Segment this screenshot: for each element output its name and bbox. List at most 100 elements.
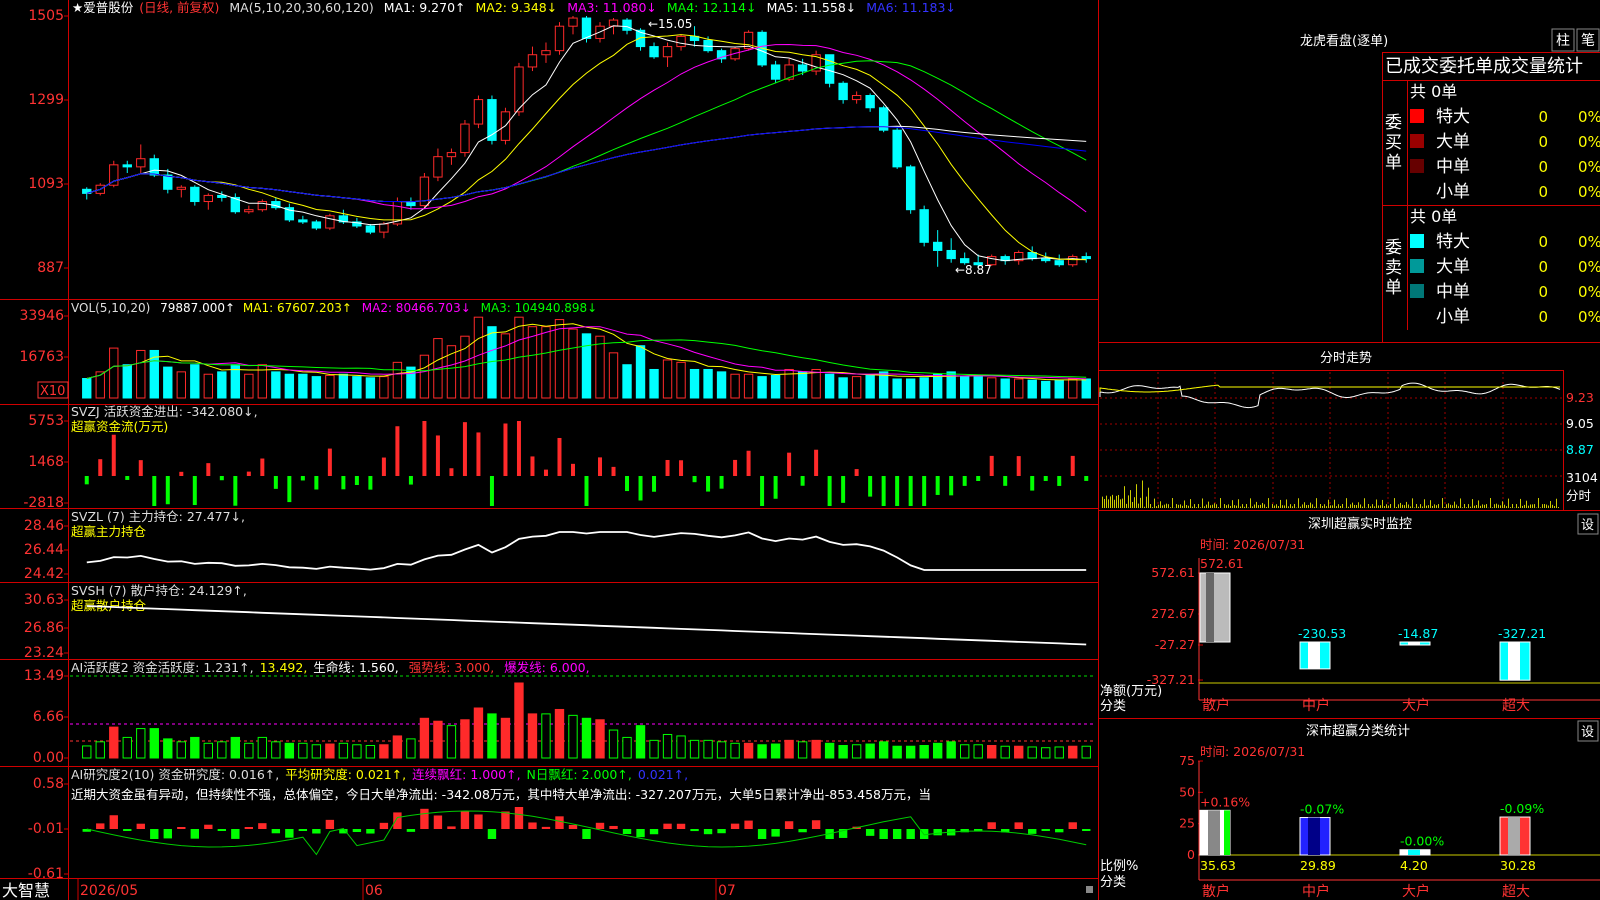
research-bar[interactable] [568, 824, 578, 829]
research-bar[interactable] [609, 825, 618, 829]
fund-flow-bar[interactable] [165, 476, 170, 505]
fund-flow-bar[interactable] [733, 459, 738, 476]
volume-bar[interactable] [500, 333, 511, 399]
research-bar[interactable] [663, 823, 672, 829]
candle[interactable] [460, 123, 470, 154]
activity-bar[interactable] [190, 736, 200, 759]
activity-bar[interactable] [824, 742, 835, 759]
research-bar[interactable] [406, 829, 416, 832]
volume-bars[interactable] [82, 316, 1091, 399]
candle[interactable] [851, 95, 862, 101]
research-bar[interactable] [933, 829, 942, 836]
fund-flow-bar[interactable] [314, 476, 319, 490]
research-bar[interactable] [906, 829, 915, 839]
candle[interactable] [662, 46, 673, 58]
activity-bar[interactable] [1000, 745, 1010, 759]
fund-flow-bar[interactable] [746, 450, 751, 476]
research-bar[interactable] [136, 823, 145, 829]
volume-bar[interactable] [797, 371, 808, 399]
candle[interactable] [176, 186, 186, 190]
fund-flow-bar[interactable] [192, 476, 197, 506]
research-bar[interactable] [150, 829, 159, 839]
fund-flow-bar[interactable] [489, 476, 494, 506]
fund-flow-bar[interactable] [219, 476, 224, 481]
fund-flow-bar[interactable] [841, 476, 846, 503]
volume-bar[interactable] [338, 373, 349, 399]
volume-bar[interactable] [838, 377, 848, 399]
volume-bar[interactable] [770, 374, 781, 399]
volume-bar[interactable] [649, 368, 659, 399]
volume-bar[interactable] [987, 377, 997, 399]
activity-bar[interactable] [865, 743, 875, 759]
candle[interactable] [149, 158, 159, 176]
activity-bar[interactable] [959, 744, 970, 759]
activity-bar[interactable] [730, 742, 740, 759]
candle[interactable] [190, 186, 200, 203]
volume-bar[interactable] [271, 371, 281, 399]
activity-bar[interactable] [406, 738, 416, 759]
candle[interactable] [581, 17, 592, 39]
fund-flow-bar[interactable] [530, 456, 535, 476]
activity-bar[interactable] [568, 714, 578, 759]
activity-bar[interactable] [919, 745, 929, 759]
research-bar[interactable] [447, 826, 456, 829]
activity-bar[interactable] [527, 713, 538, 759]
activity-bar[interactable] [365, 745, 376, 759]
fund-flow-bar[interactable] [543, 469, 548, 476]
activity-bar[interactable] [82, 745, 92, 759]
volume-bar[interactable] [190, 364, 200, 399]
research-bar[interactable] [1082, 829, 1091, 831]
activity-bar[interactable] [676, 735, 686, 759]
fund-flow-bar[interactable] [962, 476, 967, 486]
research-bar[interactable] [109, 815, 118, 829]
fund-flow-bar[interactable] [125, 476, 130, 480]
fund-flow-bar[interactable] [679, 460, 684, 476]
activity-bar[interactable] [622, 736, 632, 759]
candle[interactable] [1081, 256, 1091, 260]
fund-flow-bar[interactable] [652, 476, 657, 492]
research-bars[interactable] [82, 807, 1091, 856]
fund-flow-bar[interactable] [557, 437, 562, 476]
fund-flow-bar[interactable] [327, 448, 332, 476]
activity-bar[interactable] [95, 741, 105, 759]
activity-bar[interactable] [500, 717, 511, 759]
activity-bar[interactable] [298, 742, 308, 759]
fund-flow-bar[interactable] [692, 476, 697, 483]
fund-flow-bar[interactable] [881, 476, 886, 506]
fund-flow-bar[interactable] [1057, 476, 1062, 486]
research-bar[interactable] [622, 829, 632, 835]
fund-flow-bar[interactable] [570, 463, 575, 476]
activity-bar[interactable] [1068, 745, 1078, 759]
stock-chart-window[interactable]: ★爱普股份 (日线, 前复权) MA(5,10,20,30,60,120) MA… [0, 0, 1600, 900]
volume-bar[interactable] [1068, 378, 1078, 399]
activity-bar[interactable] [797, 741, 808, 759]
activity-bar[interactable] [905, 745, 916, 759]
fund-flow-bar[interactable] [138, 460, 143, 476]
activity-bar[interactable] [878, 741, 889, 759]
intraday-chart[interactable]: 9.23 9.05 8.87 3104 分时 [1099, 382, 1598, 508]
volume-bar[interactable] [554, 319, 565, 399]
volume-bar[interactable] [1081, 378, 1091, 399]
fund-flow-bar[interactable] [84, 476, 89, 485]
research-bar[interactable] [703, 829, 713, 835]
activity-bar[interactable] [284, 742, 295, 759]
candle[interactable] [824, 54, 835, 84]
activity-bar[interactable] [473, 707, 484, 759]
activity-bar[interactable] [595, 719, 605, 759]
fund-flow-bar[interactable] [422, 421, 427, 476]
research-bar[interactable] [487, 829, 497, 839]
volume-bar[interactable] [703, 368, 713, 399]
activity-bar[interactable] [703, 739, 713, 759]
fund-flow-bar[interactable] [503, 423, 508, 477]
fund-flow-bar[interactable] [868, 476, 873, 497]
fund-flow-bar[interactable] [233, 476, 238, 506]
research-bar[interactable] [987, 822, 996, 829]
research-bar[interactable] [1068, 822, 1077, 829]
volume-bar[interactable] [1041, 380, 1051, 399]
volume-bar[interactable] [392, 361, 403, 399]
volume-bar[interactable] [473, 316, 484, 399]
candle[interactable] [1041, 258, 1051, 262]
volume-bar[interactable] [730, 373, 740, 399]
fund-flow-bar[interactable] [476, 432, 481, 476]
activity-bar[interactable] [608, 729, 619, 759]
